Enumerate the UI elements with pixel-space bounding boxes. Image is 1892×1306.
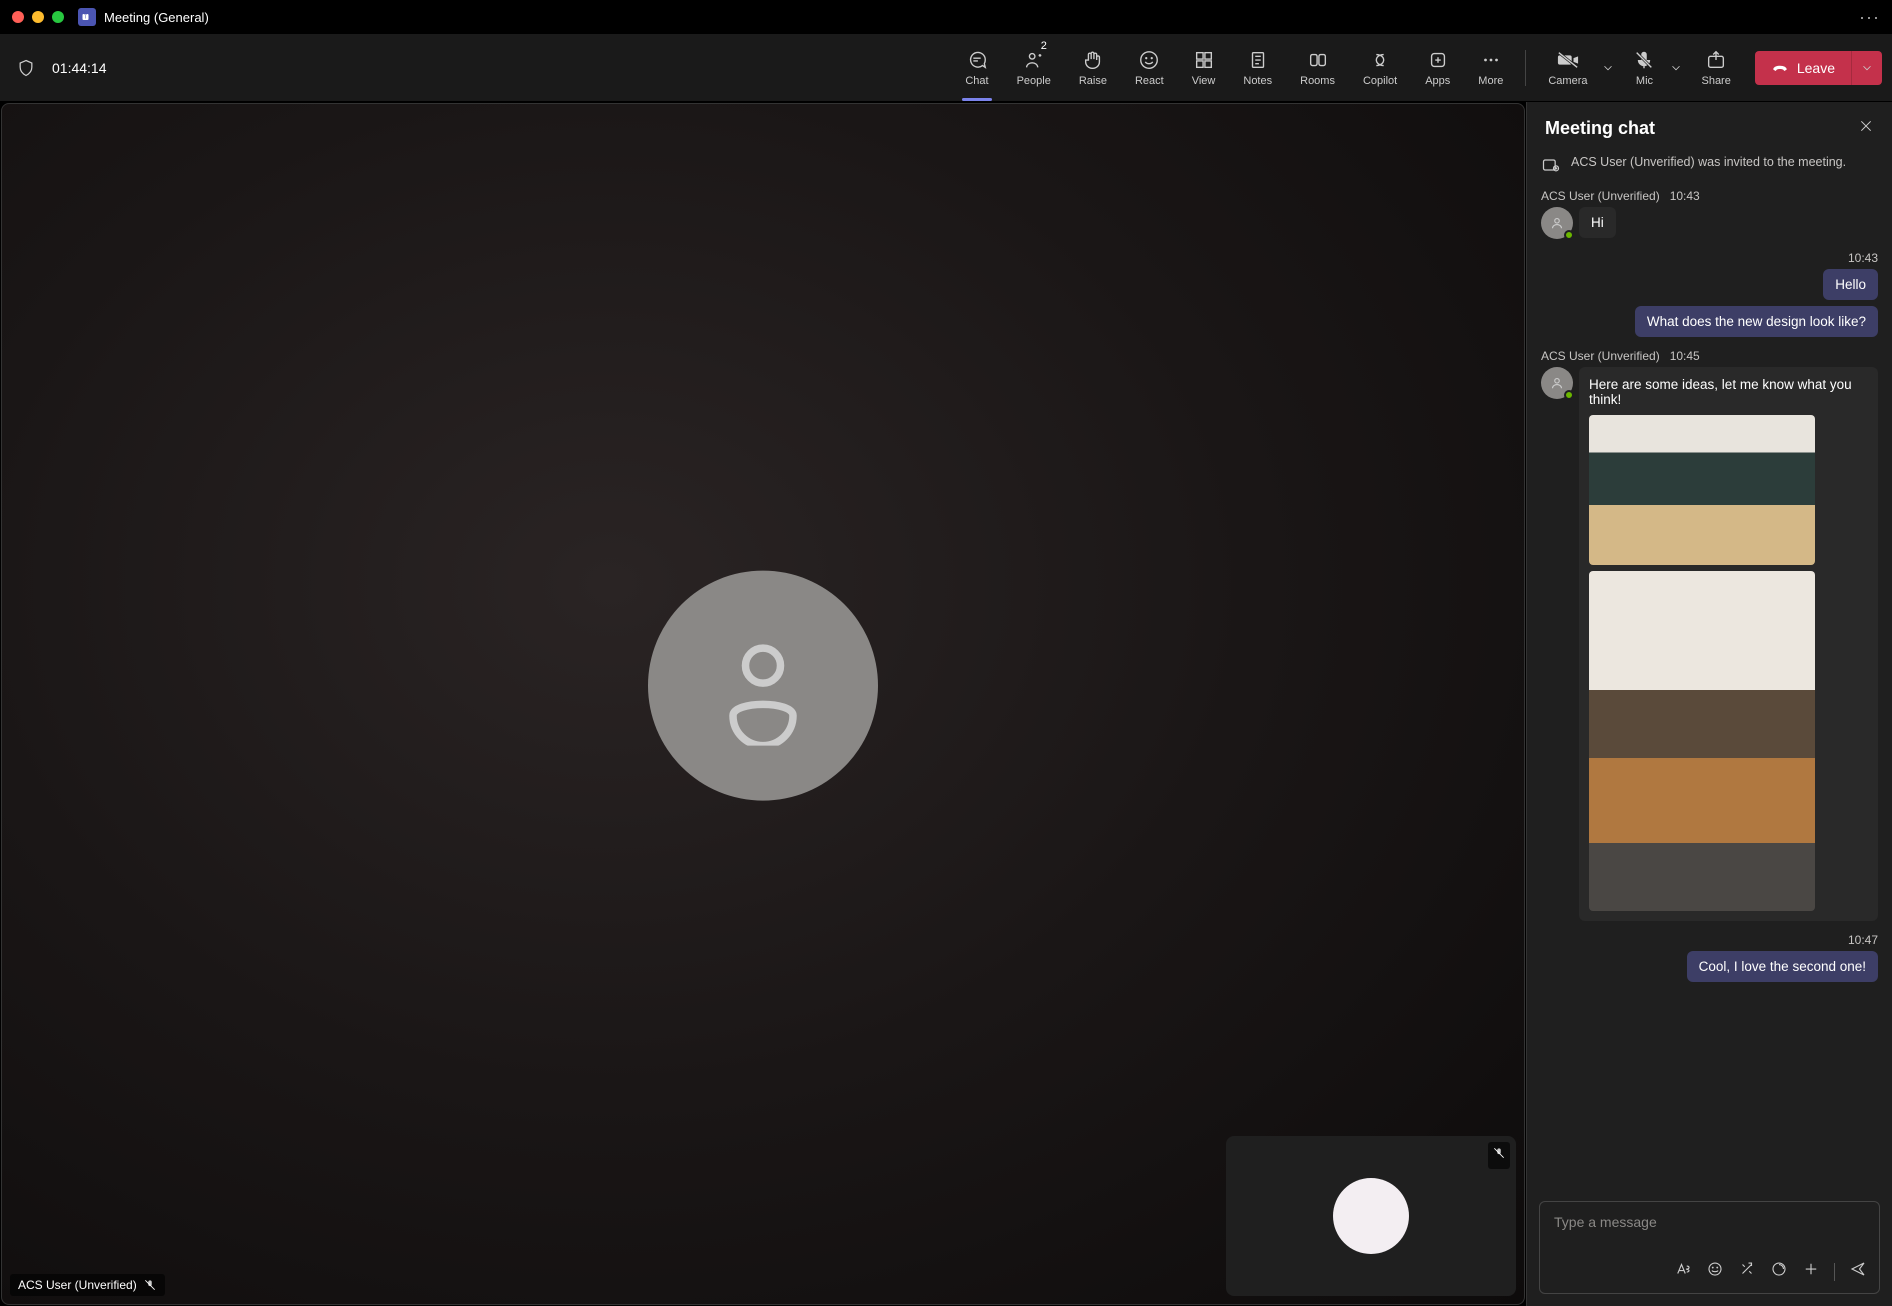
mic-label: Mic <box>1636 75 1653 87</box>
message-bubble[interactable]: Cool, I love the second one! <box>1687 951 1878 982</box>
titlebar-more-button[interactable]: ··· <box>1859 7 1880 28</box>
self-video-tile[interactable] <box>1226 1136 1516 1296</box>
people-label: People <box>1017 75 1051 87</box>
toolbar-divider <box>1525 50 1526 86</box>
react-button[interactable]: React <box>1121 34 1178 101</box>
invite-icon <box>1541 155 1561 175</box>
msg-time: 10:43 <box>1848 251 1878 265</box>
add-button[interactable] <box>1802 1260 1820 1283</box>
more-button[interactable]: More <box>1464 34 1517 101</box>
chat-tab[interactable]: Chat <box>951 34 1002 101</box>
share-button[interactable]: Share <box>1687 34 1744 101</box>
people-tab[interactable]: 2 People <box>1003 34 1065 101</box>
chat-panel-title: Meeting chat <box>1545 118 1655 139</box>
camera-button[interactable]: Camera <box>1534 34 1601 101</box>
view-label: View <box>1192 75 1216 87</box>
close-window-button[interactable] <box>12 11 24 23</box>
msg-sender: ACS User (Unverified) <box>1541 349 1660 363</box>
leave-label: Leave <box>1797 60 1835 76</box>
share-icon <box>1705 49 1727 71</box>
self-avatar <box>1333 1178 1409 1254</box>
camera-off-icon <box>1557 49 1579 71</box>
maximize-window-button[interactable] <box>52 11 64 23</box>
chat-icon <box>966 49 988 71</box>
copilot-compose-button[interactable] <box>1738 1260 1756 1283</box>
message-bubble[interactable]: Hi <box>1579 207 1616 238</box>
share-label: Share <box>1701 75 1730 87</box>
message-bubble[interactable]: Hello <box>1823 269 1878 300</box>
chat-label: Chat <box>965 75 988 87</box>
message-text: Here are some ideas, let me know what yo… <box>1589 377 1868 407</box>
sender-avatar <box>1541 207 1573 239</box>
participant-avatar <box>648 571 878 801</box>
loop-button[interactable] <box>1770 1260 1788 1283</box>
copilot-label: Copilot <box>1363 75 1397 87</box>
titlebar: T Meeting (General) ··· <box>0 0 1892 34</box>
compose-box <box>1539 1201 1880 1294</box>
grid-icon <box>1193 49 1215 71</box>
notes-icon <box>1247 49 1269 71</box>
apps-icon <box>1427 49 1449 71</box>
raise-label: Raise <box>1079 75 1107 87</box>
minimize-window-button[interactable] <box>32 11 44 23</box>
leave-dropdown[interactable] <box>1851 51 1882 85</box>
format-button[interactable] <box>1674 1260 1692 1283</box>
rooms-icon <box>1307 49 1329 71</box>
window-title: Meeting (General) <box>104 10 209 25</box>
mic-muted-icon <box>143 1278 157 1292</box>
people-count: 2 <box>1041 40 1047 52</box>
copilot-button[interactable]: Copilot <box>1349 34 1411 101</box>
apps-label: Apps <box>1425 75 1450 87</box>
window-controls <box>12 11 64 23</box>
message-bubble[interactable]: What does the new design look like? <box>1635 306 1878 337</box>
more-icon <box>1480 49 1502 71</box>
more-label: More <box>1478 75 1503 87</box>
message-bubble[interactable]: Here are some ideas, let me know what yo… <box>1579 367 1878 921</box>
participant-name-badge: ACS User (Unverified) <box>10 1274 165 1296</box>
msg-time: 10:43 <box>1670 189 1700 203</box>
msg-sender: ACS User (Unverified) <box>1541 189 1660 203</box>
attachment-image-1[interactable] <box>1589 415 1815 565</box>
send-button[interactable] <box>1849 1260 1867 1283</box>
hand-icon <box>1082 49 1104 71</box>
shield-icon[interactable] <box>16 58 36 78</box>
camera-dropdown[interactable] <box>1601 61 1619 75</box>
system-message: ACS User (Unverified) was invited to the… <box>1541 155 1878 175</box>
message-input[interactable] <box>1540 1202 1879 1254</box>
rooms-button[interactable]: Rooms <box>1286 34 1349 101</box>
sender-avatar <box>1541 367 1573 399</box>
view-button[interactable]: View <box>1178 34 1230 101</box>
emoji-button[interactable] <box>1706 1260 1724 1283</box>
chat-panel: Meeting chat ACS User (Unverified) was i… <box>1526 102 1892 1306</box>
chat-messages[interactable]: ACS User (Unverified) was invited to the… <box>1527 155 1892 1189</box>
meeting-toolbar: 01:44:14 Chat 2 People Raise React View … <box>0 34 1892 102</box>
msg-time: 10:47 <box>1848 933 1878 947</box>
system-message-text: ACS User (Unverified) was invited to the… <box>1571 155 1846 175</box>
svg-text:T: T <box>84 15 87 21</box>
apps-button[interactable]: Apps <box>1411 34 1464 101</box>
call-duration: 01:44:14 <box>52 60 107 76</box>
compose-divider <box>1834 1263 1835 1281</box>
hangup-icon <box>1771 59 1789 77</box>
participant-name-text: ACS User (Unverified) <box>18 1278 137 1292</box>
teams-app-icon: T <box>78 8 96 26</box>
notes-label: Notes <box>1243 75 1272 87</box>
mic-off-icon <box>1633 49 1655 71</box>
raise-hand-button[interactable]: Raise <box>1065 34 1121 101</box>
chat-close-button[interactable] <box>1858 118 1874 139</box>
notes-button[interactable]: Notes <box>1229 34 1286 101</box>
react-label: React <box>1135 75 1164 87</box>
copilot-icon <box>1369 49 1391 71</box>
mic-button[interactable]: Mic <box>1619 34 1669 101</box>
rooms-label: Rooms <box>1300 75 1335 87</box>
self-mic-muted-icon <box>1488 1142 1510 1169</box>
camera-label: Camera <box>1548 75 1587 87</box>
leave-button[interactable]: Leave <box>1755 51 1851 85</box>
attachment-image-2[interactable] <box>1589 571 1815 911</box>
mic-dropdown[interactable] <box>1669 61 1687 75</box>
emoji-icon <box>1138 49 1160 71</box>
msg-time: 10:45 <box>1670 349 1700 363</box>
video-stage: ACS User (Unverified) <box>1 103 1525 1305</box>
